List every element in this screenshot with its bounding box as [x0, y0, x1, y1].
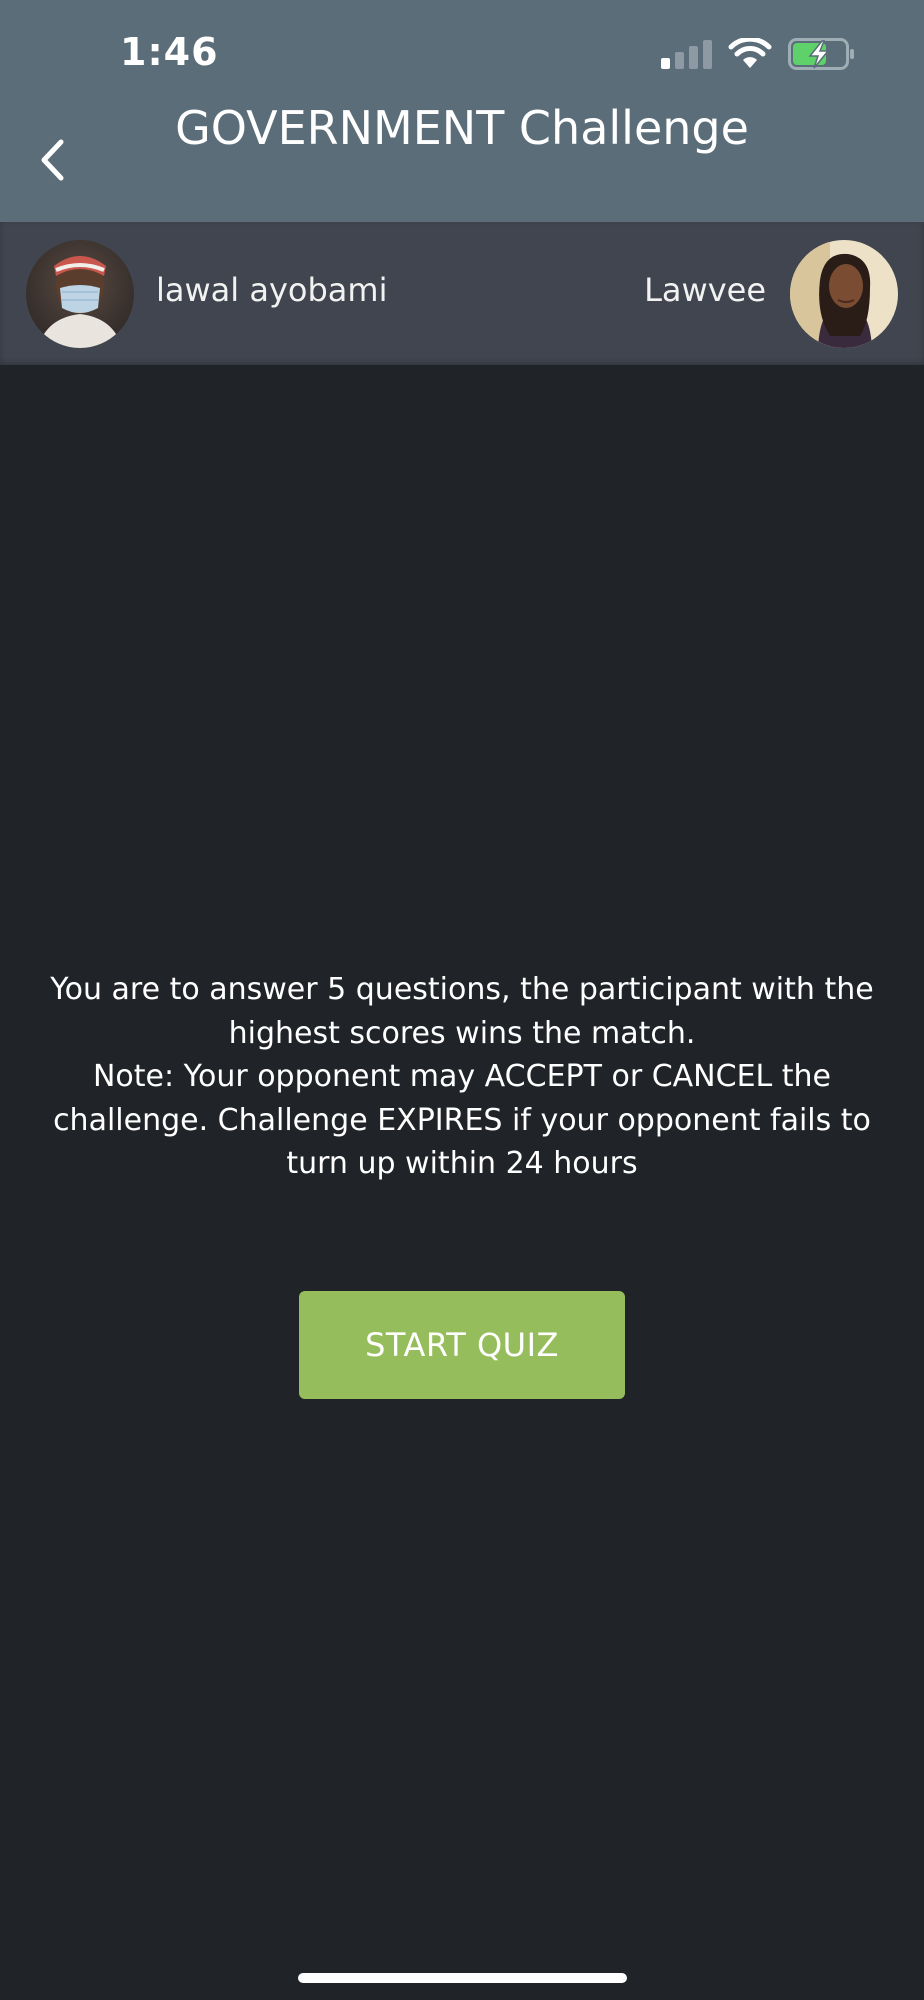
instructions-rules: You are to answer 5 questions, the parti…	[50, 972, 874, 1051]
wifi-icon	[728, 38, 772, 68]
left-player-name: lawal ayobami	[156, 271, 388, 309]
page-title: GOVERNMENT Challenge	[175, 101, 749, 155]
avatar-right-player[interactable]	[790, 240, 898, 348]
cellular-signal-icon	[661, 39, 712, 69]
status-time: 1:46	[120, 30, 219, 74]
start-quiz-button[interactable]: START QUIZ	[299, 1291, 625, 1399]
header: 1:46 GOVERNMENT Challenge	[0, 0, 924, 222]
status-icons	[661, 34, 856, 74]
right-player-name: Lawvee	[644, 271, 766, 309]
challenge-screen: 1:46 GOVERNMENT Challenge lawal ayobami …	[0, 0, 924, 2000]
battery-charging-icon	[788, 38, 854, 70]
challenge-instructions: You are to answer 5 questions, the parti…	[40, 968, 884, 1186]
instructions-note: Note: Your opponent may ACCEPT or CANCEL…	[53, 1059, 871, 1181]
home-indicator[interactable]	[298, 1973, 627, 1983]
players-bar: lawal ayobami Lawvee	[0, 222, 924, 365]
avatar-left-player[interactable]	[26, 240, 134, 348]
